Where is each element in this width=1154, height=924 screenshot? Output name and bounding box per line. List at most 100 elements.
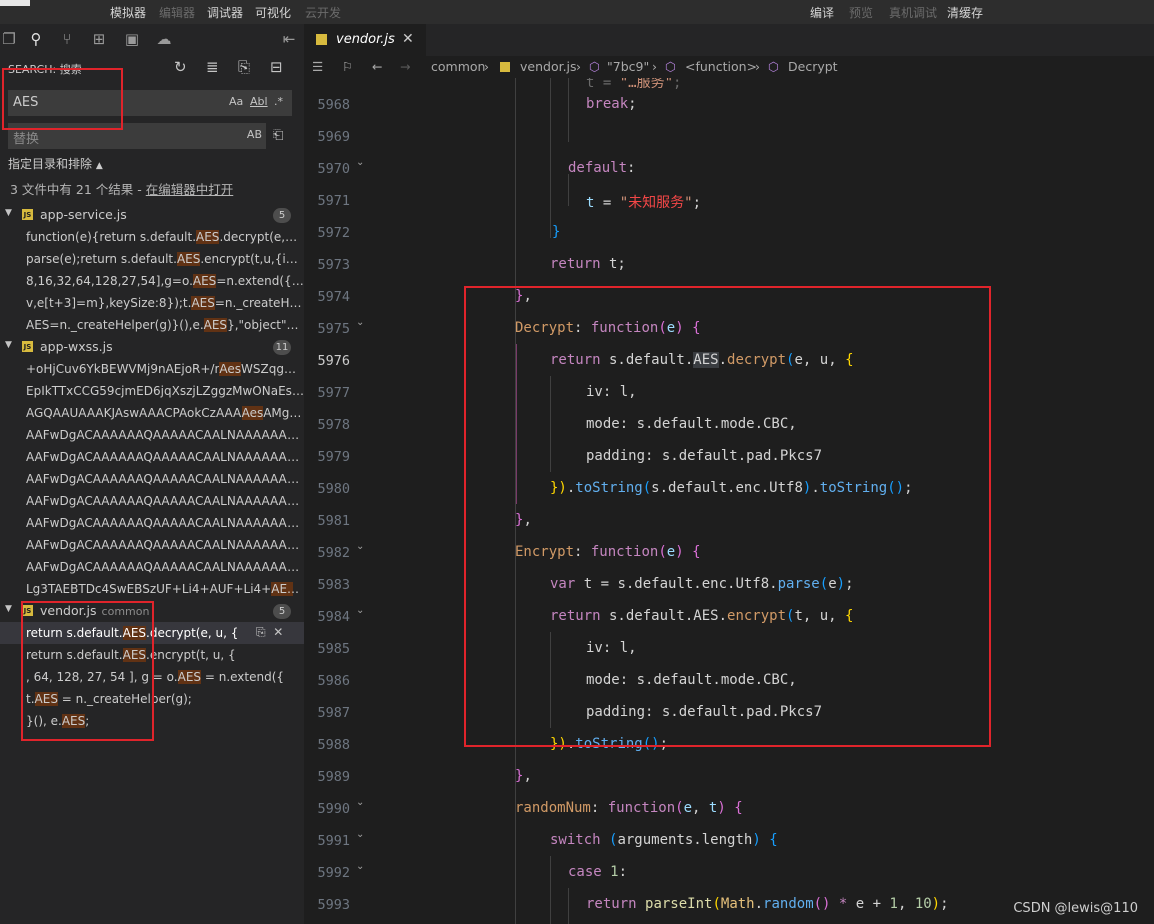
result-pre: return s.default.	[26, 648, 123, 662]
search-result-row[interactable]: t.AES = n._createHelper(g);	[26, 688, 304, 710]
preserve-case-toggle[interactable]: AB	[247, 128, 262, 141]
search-result-row[interactable]: AAFwDgACAAAAAAQAAAAACAALNAAAAAAAAAAAA	[26, 534, 304, 556]
line-number: 5980	[317, 481, 350, 497]
clear-results-icon[interactable]: ≣	[206, 58, 219, 76]
menu-compile[interactable]: 编译	[810, 4, 834, 21]
result-post: =n.extend({_doReset:function(){var e	[216, 274, 304, 288]
docker-icon[interactable]: ☁	[155, 30, 173, 48]
source-control-icon[interactable]: ⑂	[58, 30, 76, 48]
search-result-row[interactable]: return s.default.AES.encrypt(t, u, {	[26, 644, 304, 666]
replace-icon[interactable]: ⎘	[256, 625, 266, 639]
line-number: 5993	[317, 897, 350, 913]
search-result-row[interactable]: EpIkTTxCCG59cjmED6jqXszjLZggzMwONaEsqlkj	[26, 380, 304, 402]
search-result-row[interactable]: AAFwDgACAAAAAAQAAAAACAALNAAAAAAAAAAAA	[26, 512, 304, 534]
result-match: Aes	[241, 406, 264, 420]
module-icon: ⬡	[589, 59, 600, 74]
line-number: 5990	[317, 801, 350, 817]
collapse-panel-icon[interactable]: ⇤	[280, 30, 298, 48]
file-group-app-wxss[interactable]: ▼ JS app-wxss.js 11	[0, 336, 304, 358]
include-exclude-toggle[interactable]: 指定目录和排除 ▲	[8, 155, 103, 172]
close-icon[interactable]: ✕	[402, 31, 414, 47]
menu-debugger[interactable]: 调试器	[207, 4, 243, 21]
menu-remote-debug[interactable]: 真机调试	[889, 4, 937, 21]
fold-chevron-icon[interactable]: ⌄	[356, 605, 364, 616]
open-in-editor-link[interactable]: 在编辑器中打开	[146, 182, 234, 197]
list-icon[interactable]: ☰	[312, 59, 323, 74]
back-arrow-icon[interactable]: ←	[372, 59, 382, 74]
code-line: iv: l,	[586, 640, 637, 656]
result-text: AAFwDgACAAAAAAQAAAAACAALNAAAAAAAAAAAA	[26, 538, 304, 552]
search-result-row[interactable]: 8,16,32,64,128,27,54],g=o.AES=n.extend({…	[26, 270, 304, 292]
extensions-icon[interactable]: ⊞	[90, 30, 108, 48]
search-result-row[interactable]: function(e){return s.default.AES.decrypt…	[26, 226, 304, 248]
fold-chevron-icon[interactable]: ⌄	[356, 157, 364, 168]
search-result-row-selected[interactable]: return s.default.AES.decrypt(e, u, {⎘ ✕	[0, 622, 304, 644]
fold-chevron-icon[interactable]: ⌄	[356, 829, 364, 840]
forward-arrow-icon[interactable]: →	[400, 59, 410, 74]
menu-cloud[interactable]: 云开发	[305, 4, 341, 21]
file-group-vendor[interactable]: ▼ JS vendor.js common 5	[0, 600, 304, 622]
file-group-app-service[interactable]: ▼ JS app-service.js 5	[0, 204, 304, 226]
fold-chevron-icon[interactable]: ⌄	[356, 861, 364, 872]
indent-guide-active	[516, 344, 517, 504]
menu-visualize[interactable]: 可视化	[255, 4, 291, 21]
search-icon[interactable]: ⚲	[27, 30, 45, 48]
search-result-row[interactable]: parse(e);return s.default.AES.encrypt(t,…	[26, 248, 304, 270]
search-result-row[interactable]: +oHjCuv6YkBEWVMj9nAEjoR+/rAesWSZqgUhAAAA…	[26, 358, 304, 380]
bookmark-icon[interactable]: ⚐	[342, 59, 353, 74]
breadcrumb-item-file[interactable]: vendor.js	[520, 59, 577, 74]
menu-simulator[interactable]: 模拟器	[110, 4, 146, 21]
breadcrumb-item-function[interactable]: <function>	[685, 59, 757, 74]
search-result-row[interactable]: AES=n._createHelper(g)}(),e.AES},"object…	[26, 314, 304, 336]
line-number: 5989	[317, 769, 350, 785]
search-result-row[interactable]: v,e[t+3]=m},keySize:8});t.AES=n._createH…	[26, 292, 304, 314]
search-result-row[interactable]: }(), e.AES;	[26, 710, 304, 732]
menu-editor[interactable]: 编辑器	[159, 4, 195, 21]
breadcrumb-item-folder[interactable]: common	[431, 59, 485, 74]
code-line: }).toString(s.default.enc.Utf8).toString…	[550, 480, 913, 496]
fold-chevron-icon[interactable]: ⌄	[356, 317, 364, 328]
result-match: AES	[122, 648, 147, 662]
fold-chevron-icon[interactable]: ⌄	[356, 541, 364, 552]
refresh-icon[interactable]: ↻	[174, 58, 187, 76]
search-result-row[interactable]: , 64, 128, 27, 54 ], g = o.AES = n.exten…	[26, 666, 304, 688]
replace-input[interactable]: 替换 AB	[8, 123, 266, 149]
result-text: }(), e.AES;	[26, 714, 304, 728]
match-case-toggle[interactable]: Aa	[229, 95, 243, 108]
collapse-all-icon[interactable]: ⊟	[270, 58, 283, 76]
menu-clear-cache[interactable]: 清缓存	[947, 4, 983, 21]
code-editor[interactable]: 5968 5969 5970 5971 5972 5973 5974 5975 5976 5977…	[304, 78, 1154, 924]
result-text: EpIkTTxCCG59cjmED6jqXszjLZggzMwONaEsqlkj	[26, 384, 304, 398]
explorer-icon[interactable]: ❐	[0, 30, 18, 48]
search-result-row[interactable]: AGQAAUAAAKJAswAAACPAokCzAAAAesAMgEAAAAA	[26, 402, 304, 424]
regex-toggle[interactable]: .*	[274, 95, 283, 108]
line-number: 5972	[317, 225, 350, 241]
result-text: AAFwDgACAAAAAAQAAAAACAALNAAAAAAAAAAAA	[26, 560, 304, 574]
search-result-row[interactable]: AAFwDgACAAAAAAQAAAAACAALNAAAAAAAAAAAA	[26, 490, 304, 512]
dismiss-icon[interactable]: ✕	[273, 625, 283, 639]
result-match: AES	[177, 670, 202, 684]
search-result-row[interactable]: AAFwDgACAAAAAAQAAAAACAALNAAAAAAAAAAAA	[26, 468, 304, 490]
code-line: return s.default.AES.encrypt(t, u, {	[550, 608, 854, 624]
search-result-row[interactable]: Lg3TAEBTDc4SwEBSzUF+Li4+AUF+Li4+AEsAUDAA…	[26, 578, 304, 600]
line-number: 5973	[317, 257, 350, 273]
search-input[interactable]: AES Aa Abl .*	[8, 90, 292, 116]
storage-icon[interactable]: ▣	[123, 30, 141, 48]
replace-all-icon[interactable]: ⎗	[273, 128, 283, 143]
code-line: padding: s.default.pad.Pkcs7	[586, 448, 823, 464]
search-result-row[interactable]: AAFwDgACAAAAAAQAAAAACAALNAAAAAAAAAAAA	[26, 424, 304, 446]
breadcrumb-item-method[interactable]: Decrypt	[788, 59, 838, 74]
search-result-row[interactable]: AAFwDgACAAAAAAQAAAAACAALNAAAAAAAAAAAA	[26, 446, 304, 468]
whole-word-toggle[interactable]: Abl	[250, 95, 268, 108]
breadcrumb-item-module[interactable]: "7bc9"	[607, 59, 649, 74]
new-search-editor-icon[interactable]: ⎘	[238, 58, 250, 76]
search-result-row[interactable]: AAFwDgACAAAAAAQAAAAACAALNAAAAAAAAAAAA	[26, 556, 304, 578]
line-number: 5979	[317, 449, 350, 465]
tab-vendor-js[interactable]: vendor.js ✕	[304, 24, 426, 56]
fold-chevron-icon[interactable]: ⌄	[356, 797, 364, 808]
js-file-icon: JS	[22, 605, 33, 616]
match-count-badge: 5	[273, 604, 291, 619]
menu-preview[interactable]: 预览	[849, 4, 873, 21]
code-line: Decrypt: function(e) {	[515, 320, 701, 336]
indent-guide	[550, 376, 551, 472]
